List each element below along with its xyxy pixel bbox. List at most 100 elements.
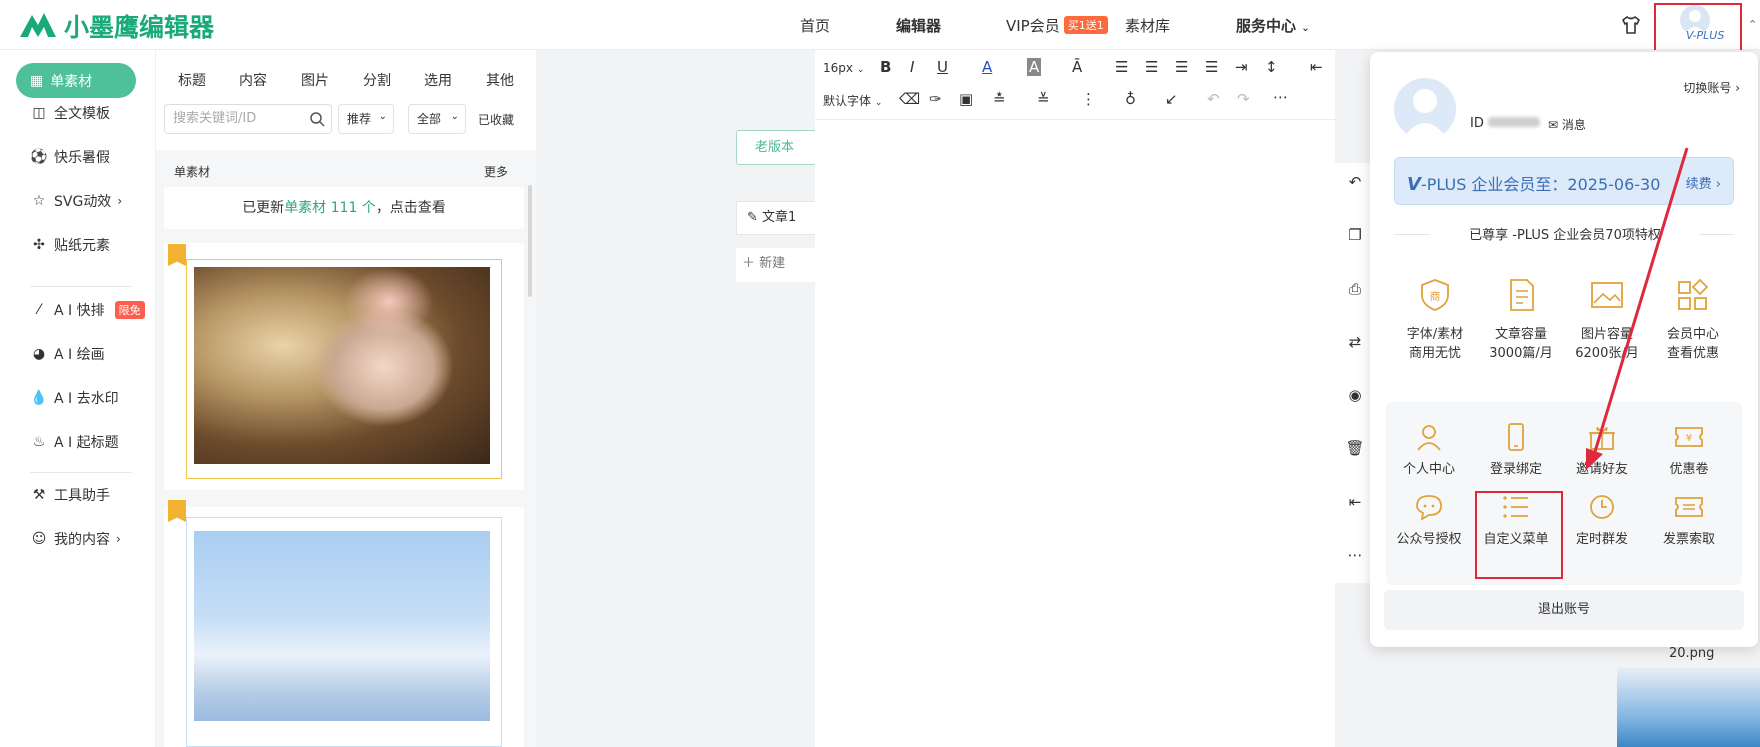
menu-item-stickers[interactable]: ✣ 贴纸元素 <box>30 235 110 255</box>
preview-eye-icon[interactable]: ◉ <box>1345 386 1365 406</box>
user-id: ID <box>1470 116 1540 131</box>
material-card[interactable] <box>164 243 524 490</box>
perk-commercial[interactable]: 商 字体/素材 商用无忧 <box>1390 277 1480 363</box>
panel-scrollbar[interactable] <box>528 185 532 297</box>
redo-icon[interactable]: ↷ <box>1237 90 1250 108</box>
undo-icon[interactable]: ↶ <box>1207 90 1220 108</box>
align-center-icon[interactable]: ☰ <box>1145 58 1158 76</box>
perk-line2: 查看优惠 <box>1666 346 1719 361</box>
tab-content[interactable]: 内容 <box>239 70 267 90</box>
search-input[interactable]: 搜索关键词/ID <box>164 104 332 134</box>
font-color-icon[interactable]: A <box>982 58 992 76</box>
tshirt-icon[interactable] <box>1620 14 1642 36</box>
grid-item-label: 优惠卷 <box>1669 462 1709 477</box>
more-icon[interactable]: ⋯ <box>1273 88 1288 106</box>
menu-item-single-material[interactable]: ▦ 单素材 <box>16 63 136 98</box>
sort-select[interactable]: 推荐 ⌄ <box>338 104 394 134</box>
bold-icon[interactable]: B <box>880 58 891 76</box>
old-version-button[interactable]: 老版本 <box>736 130 816 165</box>
align-left-icon[interactable]: ☰ <box>1115 58 1128 76</box>
perk-articles[interactable]: 文章容量 3000篇/月 <box>1476 277 1566 363</box>
swap-icon[interactable]: ⇄ <box>1345 333 1365 353</box>
popup-avatar[interactable] <box>1394 78 1456 140</box>
strikethrough-icon[interactable]: ≚ <box>1037 90 1050 108</box>
menu-item-my-content[interactable]: ☺ 我的内容 › <box>30 529 121 549</box>
thumb-image[interactable] <box>1617 668 1760 747</box>
more-link[interactable]: 更多 <box>484 163 508 180</box>
font-family-select[interactable]: 默认字体 ⌄ <box>823 92 882 109</box>
trash-icon[interactable]: 🗑 <box>1345 439 1365 459</box>
tab-divider[interactable]: 分割 <box>363 70 391 90</box>
person-icon <box>1417 425 1441 451</box>
undo-side-icon[interactable]: ↶ <box>1345 173 1365 193</box>
new-document-button[interactable]: ＋ 新建 <box>736 248 816 282</box>
update-notice[interactable]: 已更新单素材 111 个，点击查看 <box>164 187 524 229</box>
paragraph-spacing-icon[interactable]: ⋮ <box>1081 90 1096 108</box>
renew-link[interactable]: 续费 › <box>1686 173 1721 192</box>
nav-library[interactable]: 素材库 <box>1125 15 1170 36</box>
menu-item-ai-paint[interactable]: ◕ A I 绘画 <box>30 344 105 364</box>
perk-images[interactable]: 图片容量 6200张/月 <box>1562 277 1652 363</box>
highlight-color-icon[interactable]: A <box>1027 58 1042 76</box>
logout-button[interactable]: 退出账号 <box>1384 590 1744 630</box>
nav-vip[interactable]: VIP会员 买1送1 <box>1006 15 1108 36</box>
menu-item-svg[interactable]: ☆ SVG动效 › <box>30 191 122 211</box>
exit-icon[interactable]: ⇤ <box>1310 58 1323 76</box>
grid-item-wechat-auth[interactable]: 公众号授权 <box>1386 492 1472 547</box>
menu-item-ai-title[interactable]: ♨ A I 起标题 <box>30 432 119 452</box>
user-id-redacted <box>1487 117 1540 127</box>
align-justify-icon[interactable]: ☰ <box>1205 58 1218 76</box>
grid-item-coupon[interactable]: ¥ 优惠卷 <box>1646 422 1732 477</box>
grid-item-profile[interactable]: 个人中心 <box>1386 422 1472 477</box>
vip-status-bar[interactable]: V-PLUS 企业会员至：2025-06-30 续费 › <box>1394 157 1734 205</box>
font-size-select[interactable]: 16px ⌄ <box>823 61 864 75</box>
scope-select[interactable]: 全部 ⌄ <box>408 104 466 134</box>
favorites-link[interactable]: 已收藏 <box>478 111 514 128</box>
menu-item-tools[interactable]: ⚒ 工具助手 <box>30 485 110 505</box>
text-effect-icon[interactable]: Ā <box>1072 58 1082 76</box>
tab-title[interactable]: 标题 <box>178 70 206 90</box>
search-icon[interactable] <box>309 111 325 127</box>
logo[interactable]: 小墨鹰编辑器 <box>18 8 214 44</box>
indent-icon[interactable]: ⇥ <box>1235 58 1248 76</box>
perk-member-center[interactable]: 会员中心 查看优惠 <box>1648 277 1738 363</box>
custom-menu-highlight-box <box>1475 491 1563 579</box>
save-icon[interactable]: ⎙ <box>1345 280 1365 300</box>
copy-icon[interactable]: ❐ <box>1345 226 1365 246</box>
underline-icon[interactable]: U <box>937 58 948 76</box>
menu-item-ai-watermark[interactable]: 💧 A I 去水印 <box>30 388 118 408</box>
line-height-icon[interactable]: ↕ <box>1265 58 1278 76</box>
menu-item-summer[interactable]: ⚽ 快乐暑假 <box>30 147 110 167</box>
nav-home[interactable]: 首页 <box>800 15 830 36</box>
align-right-icon[interactable]: ☰ <box>1175 58 1188 76</box>
nav-editor[interactable]: 编辑器 <box>896 15 941 36</box>
grid-item-scheduled-send[interactable]: 定时群发 <box>1559 492 1645 547</box>
menu-item-ai-layout[interactable]: ⁄ A I 快排 限免 <box>30 300 145 320</box>
grid-item-binding[interactable]: 登录绑定 <box>1473 422 1559 477</box>
menu-item-label: SVG动效 <box>54 194 112 210</box>
format-brush-icon[interactable]: ✑ <box>929 90 942 108</box>
menu-divider <box>30 286 132 287</box>
messages-link[interactable]: ✉ 消息 <box>1548 116 1586 133</box>
perk-line1: 会员中心 <box>1666 327 1719 342</box>
clock-icon <box>1590 495 1614 519</box>
grid-item-invoice[interactable]: 发票索取 <box>1646 492 1732 547</box>
tab-selected[interactable]: 选用 <box>424 70 452 90</box>
arrow-icon[interactable]: ↙ <box>1165 90 1178 108</box>
bulb-icon[interactable]: ♁ <box>1125 90 1136 108</box>
tab-image[interactable]: 图片 <box>301 70 329 90</box>
grid-item-invite[interactable]: 邀请好友 <box>1559 422 1645 477</box>
exit-side-icon[interactable]: ⇤ <box>1345 493 1365 513</box>
letter-spacing-icon[interactable]: ≛ <box>993 90 1006 108</box>
document-tab[interactable]: ✎ 文章1 <box>736 201 816 235</box>
insert-image-icon[interactable]: ▣ <box>959 90 973 108</box>
eraser-icon[interactable]: ⌫ <box>899 90 920 108</box>
material-card[interactable] <box>164 507 524 747</box>
tab-other[interactable]: 其他 <box>486 70 514 90</box>
nav-service[interactable]: 服务中心 ⌄ <box>1236 15 1310 36</box>
switch-account-link[interactable]: 切换账号 › <box>1683 79 1740 96</box>
editor-page[interactable] <box>815 50 1335 747</box>
italic-icon[interactable]: I <box>910 58 914 76</box>
menu-item-templates[interactable]: ◫ 全文模板 <box>30 103 110 123</box>
more-side-icon[interactable]: ⋯ <box>1345 546 1365 566</box>
